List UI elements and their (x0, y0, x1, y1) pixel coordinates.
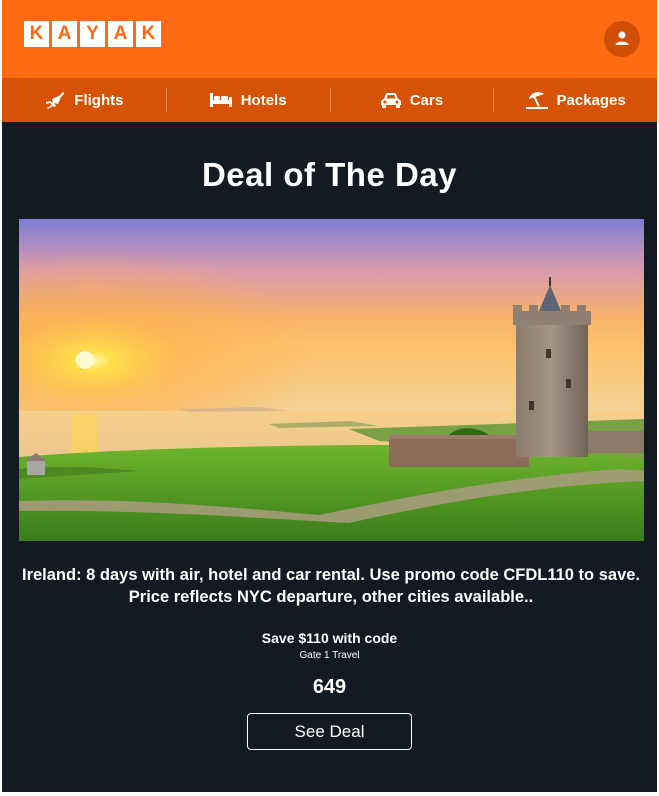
savings-text: Save $110 with code (261, 630, 398, 646)
logo-letter: A (52, 21, 77, 47)
logo-letter: K (24, 21, 49, 47)
nav-label: Cars (409, 91, 444, 109)
header-bar: K A Y A K (2, 0, 657, 78)
bed-icon (209, 92, 233, 108)
kayak-logo[interactable]: K A Y A K (24, 21, 161, 47)
account-button[interactable] (604, 21, 640, 57)
airplane-icon (44, 90, 66, 110)
nav-label: Packages (556, 91, 626, 109)
nav-item-hotels[interactable]: Hotels (165, 78, 330, 122)
nav-item-packages[interactable]: Packages (493, 78, 657, 122)
nav-bar: Flights Hotels Cars Packages (2, 78, 657, 122)
nav-item-flights[interactable]: Flights (2, 78, 166, 122)
email-frame: K A Y A K Flights Hotels Cars Packages D… (2, 0, 657, 792)
logo-letter: A (108, 21, 133, 47)
car-icon (380, 92, 402, 109)
see-deal-button[interactable]: See Deal (247, 713, 412, 750)
deal-price: 649 (312, 676, 347, 698)
deal-heading: Deal of The Day (201, 156, 458, 193)
logo-letter: Y (80, 21, 105, 47)
logo-letter: K (136, 21, 161, 47)
nav-item-cars[interactable]: Cars (329, 78, 494, 122)
nav-label: Flights (74, 91, 124, 109)
deal-description: Ireland: 8 days with air, hotel and car … (21, 566, 641, 606)
user-icon (615, 31, 629, 45)
nav-label: Hotels (240, 91, 287, 109)
provider-name: Gate 1 Travel (299, 650, 360, 661)
hero-image[interactable] (19, 219, 644, 541)
beach-umbrella-icon (525, 90, 549, 110)
